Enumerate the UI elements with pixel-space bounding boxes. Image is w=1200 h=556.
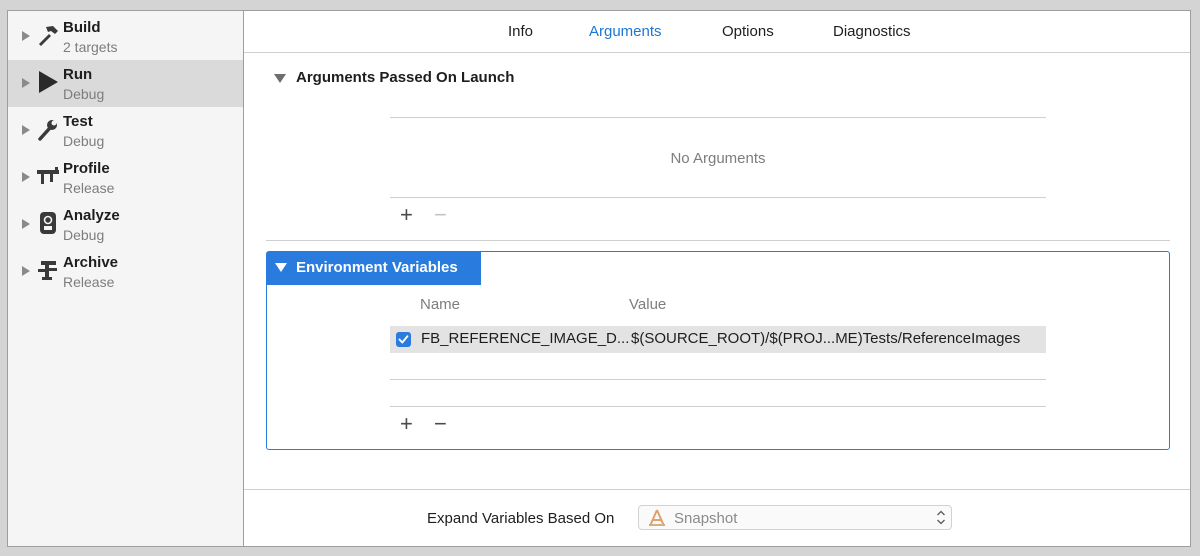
environment-variables-title: Environment Variables bbox=[296, 259, 458, 276]
section-divider bbox=[266, 240, 1170, 241]
table-row[interactable]: FB_REFERENCE_IMAGE_D... $(SOURCE_ROOT)/$… bbox=[390, 326, 1046, 353]
disclosure-triangle-icon[interactable] bbox=[22, 78, 30, 88]
sidebar-item-subtitle: Debug bbox=[63, 86, 105, 102]
env-var-name[interactable]: FB_REFERENCE_IMAGE_D... bbox=[421, 330, 629, 347]
collapse-triangle-icon[interactable] bbox=[275, 263, 287, 272]
sidebar-item-subtitle: 2 targets bbox=[63, 39, 118, 55]
disclosure-triangle-icon[interactable] bbox=[22, 172, 30, 182]
no-arguments-label: No Arguments bbox=[670, 150, 766, 167]
sidebar-item-run[interactable]: Run Debug bbox=[8, 60, 243, 107]
tab-bar: Info Arguments Options Diagnostics bbox=[244, 11, 1190, 53]
expand-variables-popup[interactable]: Snapshot bbox=[638, 505, 952, 530]
env-var-value[interactable]: $(SOURCE_ROOT)/$(PROJ...ME)Tests/Referen… bbox=[631, 330, 1020, 347]
sidebar-item-title: Profile bbox=[63, 160, 110, 177]
app-target-icon bbox=[647, 509, 667, 532]
sidebar-item-build[interactable]: Build 2 targets bbox=[8, 13, 243, 60]
add-argument-button[interactable]: + bbox=[400, 204, 413, 226]
name-column-header[interactable]: Name bbox=[420, 296, 460, 313]
play-icon bbox=[36, 70, 60, 94]
sidebar-item-test[interactable]: Test Debug bbox=[8, 107, 243, 154]
wrench-icon bbox=[36, 117, 60, 141]
sidebar-item-title: Run bbox=[63, 66, 93, 83]
instruments-icon bbox=[36, 164, 60, 188]
remove-variable-button[interactable]: − bbox=[434, 413, 447, 435]
analyze-icon bbox=[36, 211, 60, 235]
bottom-bar: Expand Variables Based On Snapshot bbox=[244, 489, 1190, 546]
disclosure-triangle-icon[interactable] bbox=[22, 31, 30, 41]
sidebar-item-title: Analyze bbox=[63, 207, 120, 224]
sidebar-item-subtitle: Release bbox=[63, 274, 115, 290]
tab-diagnostics[interactable]: Diagnostics bbox=[833, 23, 911, 40]
scheme-action-detail: Info Arguments Options Diagnostics Argum… bbox=[244, 11, 1190, 546]
collapse-triangle-icon[interactable] bbox=[274, 74, 286, 83]
sidebar-item-title: Test bbox=[63, 113, 93, 130]
divider bbox=[390, 197, 1046, 198]
arguments-section-title: Arguments Passed On Launch bbox=[296, 69, 515, 86]
sidebar-item-analyze[interactable]: Analyze Debug bbox=[8, 201, 243, 248]
divider bbox=[390, 117, 1046, 118]
add-variable-button[interactable]: + bbox=[400, 413, 413, 435]
sidebar-item-profile[interactable]: Profile Release bbox=[8, 154, 243, 201]
disclosure-triangle-icon[interactable] bbox=[22, 219, 30, 229]
hammer-icon bbox=[36, 23, 60, 47]
value-column-header[interactable]: Value bbox=[629, 296, 666, 313]
sidebar-item-archive[interactable]: Archive Release bbox=[8, 248, 243, 295]
environment-variables-section: Environment Variables Name Value FB_REFE… bbox=[266, 251, 1170, 450]
updown-arrows-icon bbox=[936, 509, 946, 531]
sidebar-item-subtitle: Release bbox=[63, 180, 115, 196]
sidebar-item-subtitle: Debug bbox=[63, 133, 105, 149]
expand-variables-value: Snapshot bbox=[674, 510, 738, 527]
divider bbox=[390, 379, 1046, 380]
sidebar-item-title: Archive bbox=[63, 254, 119, 271]
environment-variables-header[interactable]: Environment Variables bbox=[267, 252, 481, 285]
tab-info[interactable]: Info bbox=[508, 23, 533, 40]
enabled-checkbox[interactable] bbox=[396, 332, 411, 347]
disclosure-triangle-icon[interactable] bbox=[22, 266, 30, 276]
sidebar-item-title: Build bbox=[63, 19, 101, 36]
disclosure-triangle-icon[interactable] bbox=[22, 125, 30, 135]
divider bbox=[390, 406, 1046, 407]
scheme-editor-window: Build 2 targets Run Debug Test Debug Pro… bbox=[7, 10, 1191, 547]
sidebar-item-subtitle: Debug bbox=[63, 227, 105, 243]
expand-variables-label: Expand Variables Based On bbox=[427, 510, 615, 527]
remove-argument-button[interactable]: − bbox=[434, 204, 447, 226]
tab-options[interactable]: Options bbox=[722, 23, 774, 40]
scheme-action-sidebar: Build 2 targets Run Debug Test Debug Pro… bbox=[8, 11, 244, 546]
archive-icon bbox=[36, 258, 60, 282]
tab-arguments[interactable]: Arguments bbox=[589, 23, 662, 40]
